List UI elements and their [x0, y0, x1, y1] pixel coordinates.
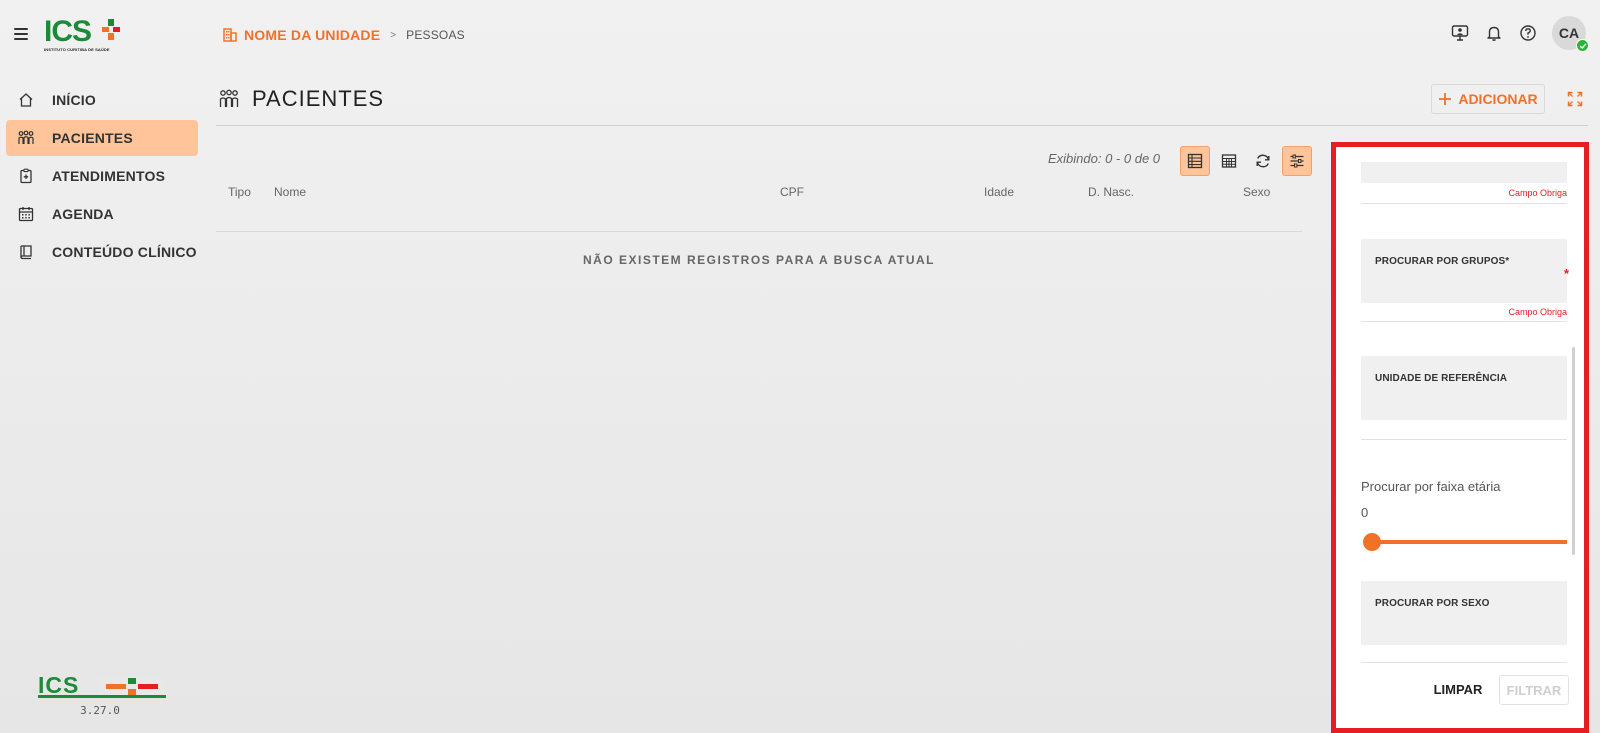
column-header-tipo[interactable]: Tipo [228, 185, 251, 199]
footer-logo-bar [38, 695, 166, 698]
refresh-icon [1256, 154, 1270, 168]
add-button-label: ADICIONAR [1458, 91, 1538, 107]
sidebar-item-atendimentos[interactable]: ATENDIMENTOS [6, 158, 198, 194]
reference-unit-select[interactable]: UNIDADE DE REFERÊNCIA [1361, 356, 1567, 420]
notifications-button[interactable] [1484, 23, 1504, 43]
online-status-badge [1576, 39, 1589, 52]
hamburger-menu-button[interactable] [14, 24, 34, 44]
filter-panel: Campo Obriga PROCURAR POR GRUPOS* * Camp… [1331, 142, 1589, 733]
groups-select[interactable]: PROCURAR POR GRUPOS* * [1361, 239, 1569, 303]
help-icon [1520, 25, 1536, 41]
people-icon [219, 89, 239, 107]
required-error-text: Campo Obriga [1508, 188, 1567, 198]
field-underline [1361, 321, 1567, 322]
refresh-button[interactable] [1248, 146, 1278, 176]
user-avatar[interactable]: CA [1552, 16, 1589, 52]
footer-logo-text: ICS [38, 672, 80, 698]
sidebar-item-label: ATENDIMENTOS [52, 168, 166, 184]
hamburger-icon-line [14, 38, 28, 40]
page-title-text: PACIENTES [252, 86, 385, 111]
table-grid-icon [1221, 154, 1237, 168]
age-range-slider-thumb[interactable] [1363, 533, 1381, 551]
bell-icon [1487, 26, 1501, 41]
calendar-icon [16, 204, 36, 224]
breadcrumb-separator: > [390, 29, 397, 41]
table-header-divider [216, 231, 1302, 232]
breadcrumb-unit-link[interactable]: NOME DA UNIDADE [244, 27, 380, 43]
logo-text: ICS [44, 15, 92, 48]
ics-footer-logo: ICS [38, 672, 166, 698]
sidebar-item-pacientes[interactable]: PACIENTES [6, 120, 198, 156]
help-button[interactable] [1518, 23, 1538, 43]
monitor-user-button[interactable] [1450, 23, 1470, 43]
table-header-row: Tipo Nome CPF Idade D. Nasc. Sexo [228, 185, 1302, 199]
home-icon [16, 90, 36, 110]
field-underline [1361, 439, 1567, 440]
add-button[interactable]: ADICIONAR [1431, 84, 1545, 114]
sidebar-item-label: CONTEÚDO CLÍNICO [52, 244, 197, 260]
sex-select[interactable]: PROCURAR POR SEXO [1361, 581, 1567, 645]
clear-filters-button[interactable]: LIMPAR [1428, 675, 1488, 703]
user-initials: CA [1558, 25, 1580, 41]
sidebar-item-label: PACIENTES [52, 130, 133, 146]
page-title: PACIENTES [218, 86, 384, 112]
column-header-cpf[interactable]: CPF [780, 185, 804, 199]
field-underline [1361, 662, 1567, 663]
sex-select-label: PROCURAR POR SEXO [1375, 598, 1490, 609]
grid-view-button[interactable] [1214, 146, 1244, 176]
apply-filters-button[interactable]: FILTRAR [1499, 675, 1569, 705]
filter-toggle-button[interactable] [1282, 146, 1312, 176]
ics-logo[interactable]: ICS INSTITUTO CURITIBA DE SAÚDE [44, 15, 120, 54]
plus-icon [1439, 93, 1452, 105]
breadcrumb-current-page: PESSOAS [406, 28, 465, 42]
monitor-user-icon [1451, 25, 1469, 41]
sliders-icon [1290, 154, 1304, 168]
results-count: Exibindo: 0 - 0 de 0 [1048, 151, 1161, 166]
filter-field-top[interactable] [1361, 162, 1567, 183]
sidebar-item-agenda[interactable]: AGENDA [6, 196, 198, 232]
clipboard-icon [16, 166, 36, 186]
logo-subtitle: INSTITUTO CURITIBA DE SAÚDE [44, 47, 110, 52]
sidebar-item-conteudo-clinico[interactable]: CONTEÚDO CLÍNICO [6, 234, 198, 270]
column-header-idade[interactable]: Idade [984, 185, 1014, 199]
top-right-actions: CA [1450, 16, 1589, 52]
field-underline [1361, 203, 1567, 204]
sidebar-item-inicio[interactable]: INÍCIO [6, 82, 198, 118]
sidebar-item-label: AGENDA [52, 206, 114, 222]
column-header-data-nascimento[interactable]: D. Nasc. [1088, 185, 1134, 199]
app-version: 3.27.0 [80, 704, 120, 717]
expand-icon [1567, 91, 1583, 107]
building-icon [223, 28, 237, 42]
title-divider [216, 125, 1588, 126]
list-view-icon [1187, 153, 1203, 169]
required-asterisk: * [1563, 266, 1569, 281]
cross-logo-icon [102, 19, 120, 40]
groups-select-label: PROCURAR POR GRUPOS* [1375, 256, 1510, 267]
hamburger-icon-line [14, 33, 28, 35]
filter-panel-scrollbar[interactable] [1572, 347, 1575, 555]
empty-state-message: NÃO EXISTEM REGISTROS PARA A BUSCA ATUAL [582, 253, 935, 267]
age-range-min-value: 0 [1361, 505, 1369, 520]
fullscreen-button[interactable] [1564, 88, 1586, 110]
column-header-nome[interactable]: Nome [274, 185, 306, 199]
sidebar-item-label: INÍCIO [52, 92, 96, 108]
breadcrumb: NOME DA UNIDADE > PESSOAS [222, 25, 465, 45]
age-range-label: Procurar por faixa etária [1361, 479, 1501, 494]
column-header-sexo[interactable]: Sexo [1243, 185, 1270, 199]
age-range-slider-track[interactable] [1369, 540, 1567, 544]
reference-unit-label: UNIDADE DE REFERÊNCIA [1375, 373, 1508, 384]
sidebar-nav: INÍCIO PACIENTES ATENDIMENTOS AGENDA CON… [6, 82, 198, 272]
required-error-text: Campo Obriga [1508, 307, 1567, 317]
list-view-button[interactable] [1180, 146, 1210, 176]
check-icon [1579, 42, 1587, 49]
book-icon [16, 242, 36, 262]
people-icon [16, 128, 36, 148]
hamburger-icon-line [14, 28, 28, 30]
